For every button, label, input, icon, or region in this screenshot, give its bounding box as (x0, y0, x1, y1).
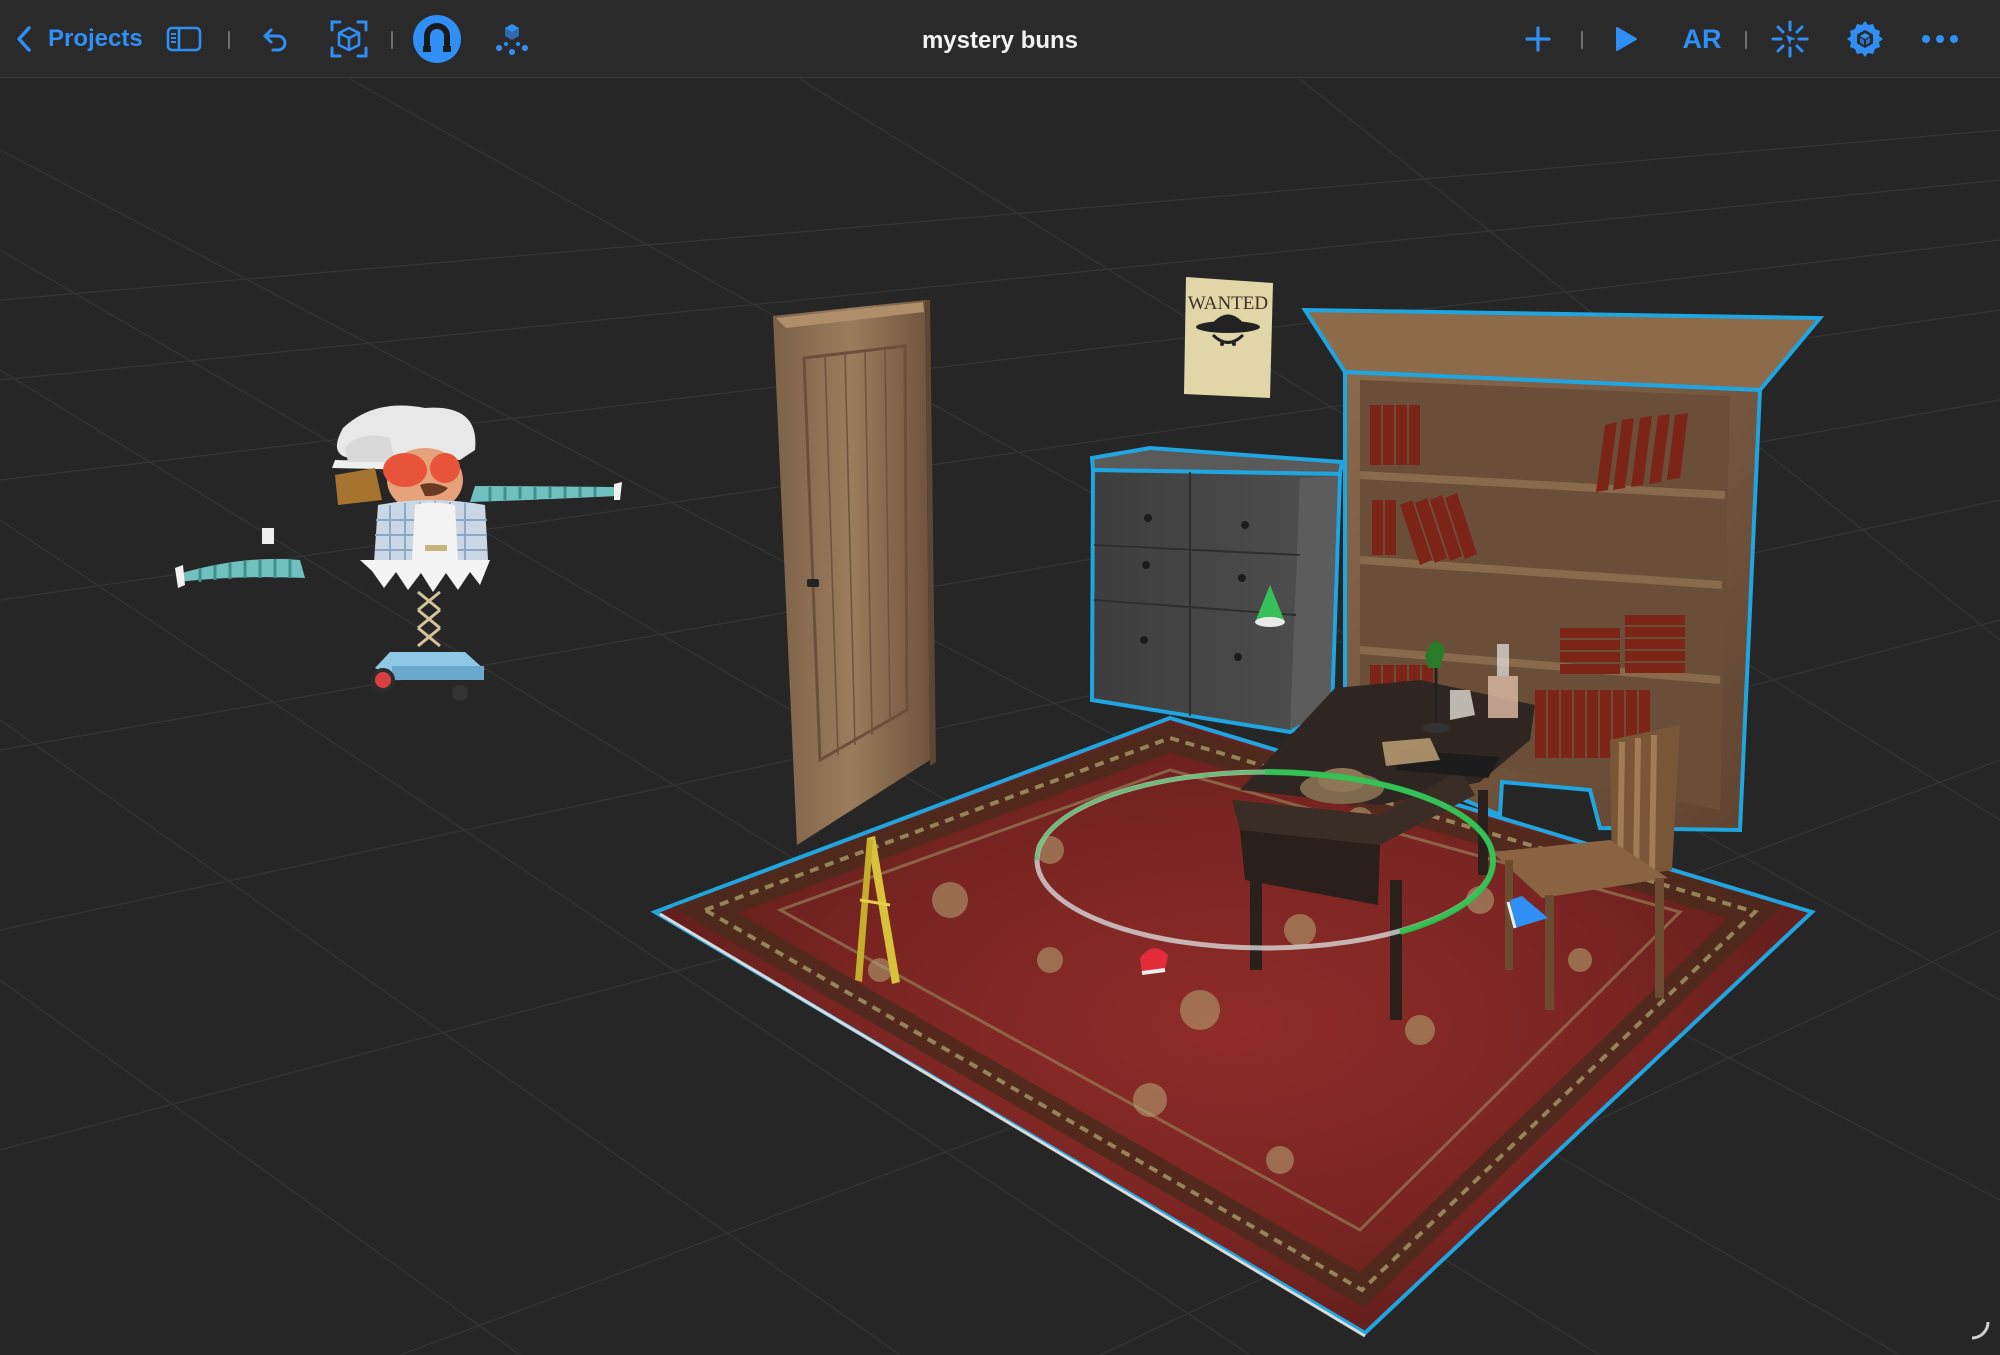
anchor-button[interactable] (1768, 0, 1812, 78)
wooden-door (773, 300, 936, 845)
anchor-icon (1770, 19, 1810, 59)
more-icon (1921, 34, 1959, 44)
focus-cube-icon (329, 19, 369, 59)
toolbar-separator (1581, 31, 1583, 49)
chevron-left-icon (12, 24, 36, 54)
scene-canvas: WANTED (0, 79, 2000, 1355)
sidebar-toggle-button[interactable] (164, 0, 204, 78)
plus-icon (1525, 26, 1551, 52)
chef-robot-character (175, 405, 622, 701)
more-button[interactable] (1918, 0, 1962, 78)
toolbar-separator (1745, 31, 1747, 49)
scene-viewport[interactable]: WANTED (0, 79, 2000, 1355)
undo-button[interactable] (256, 0, 296, 78)
top-toolbar: Projects mystery buns AR (0, 0, 2000, 78)
magnet-icon (412, 14, 462, 64)
physics-icon (494, 22, 530, 56)
toolbar-separator (228, 31, 230, 49)
drawer-cabinet (1089, 445, 1345, 735)
toolbar-separator (391, 31, 393, 49)
add-object-button[interactable] (1520, 0, 1556, 78)
physics-button[interactable] (490, 0, 534, 78)
snap-toggle-button[interactable] (412, 0, 462, 78)
settings-button[interactable] (1842, 0, 1888, 78)
ar-label: AR (1682, 23, 1722, 54)
projects-back-label: Projects (48, 25, 143, 52)
ar-button[interactable]: AR (1678, 0, 1726, 78)
play-icon (1614, 26, 1638, 52)
play-button[interactable] (1608, 0, 1644, 78)
sidebar-icon (166, 26, 202, 52)
wanted-poster: WANTED (1184, 277, 1273, 398)
settings-icon (1845, 19, 1885, 59)
wanted-poster-text: WANTED (1188, 293, 1268, 314)
projects-back-button[interactable]: Projects (12, 0, 148, 78)
focus-selection-button[interactable] (326, 0, 372, 78)
loading-spinner-icon (1971, 1321, 1990, 1340)
undo-icon (261, 25, 291, 53)
